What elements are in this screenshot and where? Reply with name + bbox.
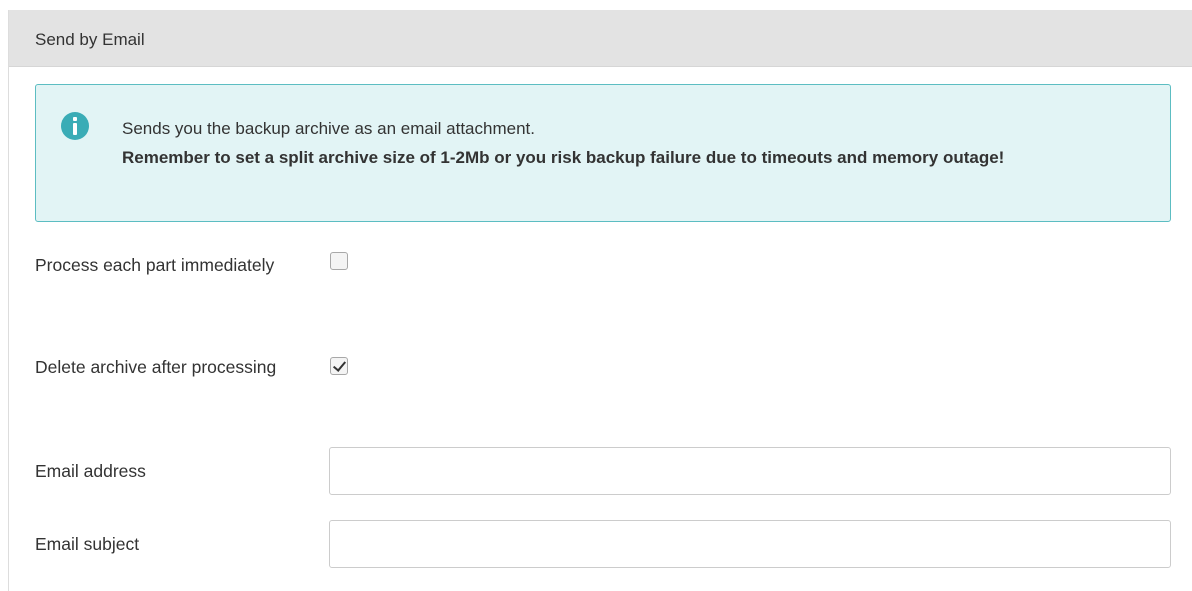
process-each-part-checkbox[interactable]	[330, 252, 348, 270]
panel-title: Send by Email	[35, 30, 145, 49]
email-address-input[interactable]	[329, 447, 1171, 495]
panel-header: Send by Email	[9, 10, 1192, 67]
delete-archive-checkbox[interactable]	[330, 357, 348, 375]
send-by-email-panel: Send by Email Sends you the backup archi…	[8, 10, 1192, 591]
process-each-part-label: Process each part immediately	[35, 255, 275, 275]
alert-text: Sends you the backup archive as an email…	[122, 114, 1152, 172]
alert-description: Sends you the backup archive as an email…	[122, 119, 535, 138]
email-subject-label: Email subject	[35, 534, 140, 554]
email-address-label: Email address	[35, 461, 146, 481]
info-icon	[61, 112, 89, 140]
email-subject-input[interactable]	[329, 520, 1171, 568]
info-alert: Sends you the backup archive as an email…	[35, 84, 1171, 222]
delete-archive-label: Delete archive after processing	[35, 357, 277, 377]
alert-warning: Remember to set a split archive size of …	[122, 148, 1005, 167]
